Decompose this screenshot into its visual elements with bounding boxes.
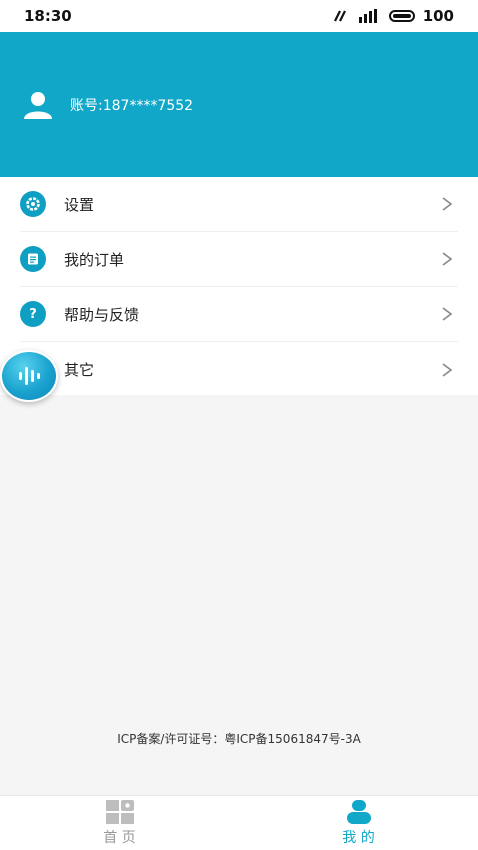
menu-item-orders[interactable]: 我的订单: [20, 232, 458, 287]
gear-icon: [20, 191, 46, 217]
menu-label-help: 帮助与反馈: [64, 305, 140, 324]
tab-mine[interactable]: 我 的: [239, 796, 478, 850]
menu-item-help[interactable]: ? 帮助与反馈: [20, 287, 458, 342]
user-icon: [346, 800, 371, 824]
signal-icon: [358, 9, 377, 23]
icp-license: ICP备案/许可证号：粤ICP备15061847号-3A: [117, 732, 361, 746]
hd-icon: [333, 10, 346, 22]
menu-item-settings[interactable]: 设置: [20, 177, 458, 232]
order-icon: [20, 246, 46, 272]
user-avatar-icon[interactable]: [22, 89, 54, 121]
tab-home-label: 首 页: [103, 830, 136, 846]
voice-assistant-button[interactable]: [0, 350, 58, 402]
chevron-right-icon: [442, 307, 453, 321]
menu-item-other[interactable]: 其它: [20, 342, 458, 397]
grid-home-icon: [105, 800, 134, 824]
account-number: 账号:187****7552: [70, 97, 194, 114]
menu-label-settings: 设置: [64, 195, 95, 214]
status-time: 18:30: [24, 7, 72, 25]
tab-mine-label: 我 的: [342, 830, 375, 846]
battery-icon: [388, 10, 415, 22]
chevron-right-icon: [442, 362, 453, 377]
settings-menu: 设置 我的订单 ? 帮助与反馈 其它: [0, 177, 478, 395]
status-icons: 100: [333, 7, 454, 25]
menu-label-other: 其它: [64, 361, 95, 379]
chevron-right-icon: [442, 252, 453, 266]
help-icon: ?: [20, 301, 46, 327]
tab-home[interactable]: 首 页: [0, 796, 239, 850]
battery-level: 100: [422, 7, 454, 25]
menu-label-orders: 我的订单: [64, 250, 125, 269]
sound-wave-icon: [19, 367, 40, 385]
chevron-right-icon: [442, 197, 453, 211]
status-bar: 18:30 100: [0, 0, 478, 32]
profile-header: 账号:187****7552: [0, 32, 478, 177]
bottom-tab-bar: 首 页 我 的: [0, 795, 478, 850]
